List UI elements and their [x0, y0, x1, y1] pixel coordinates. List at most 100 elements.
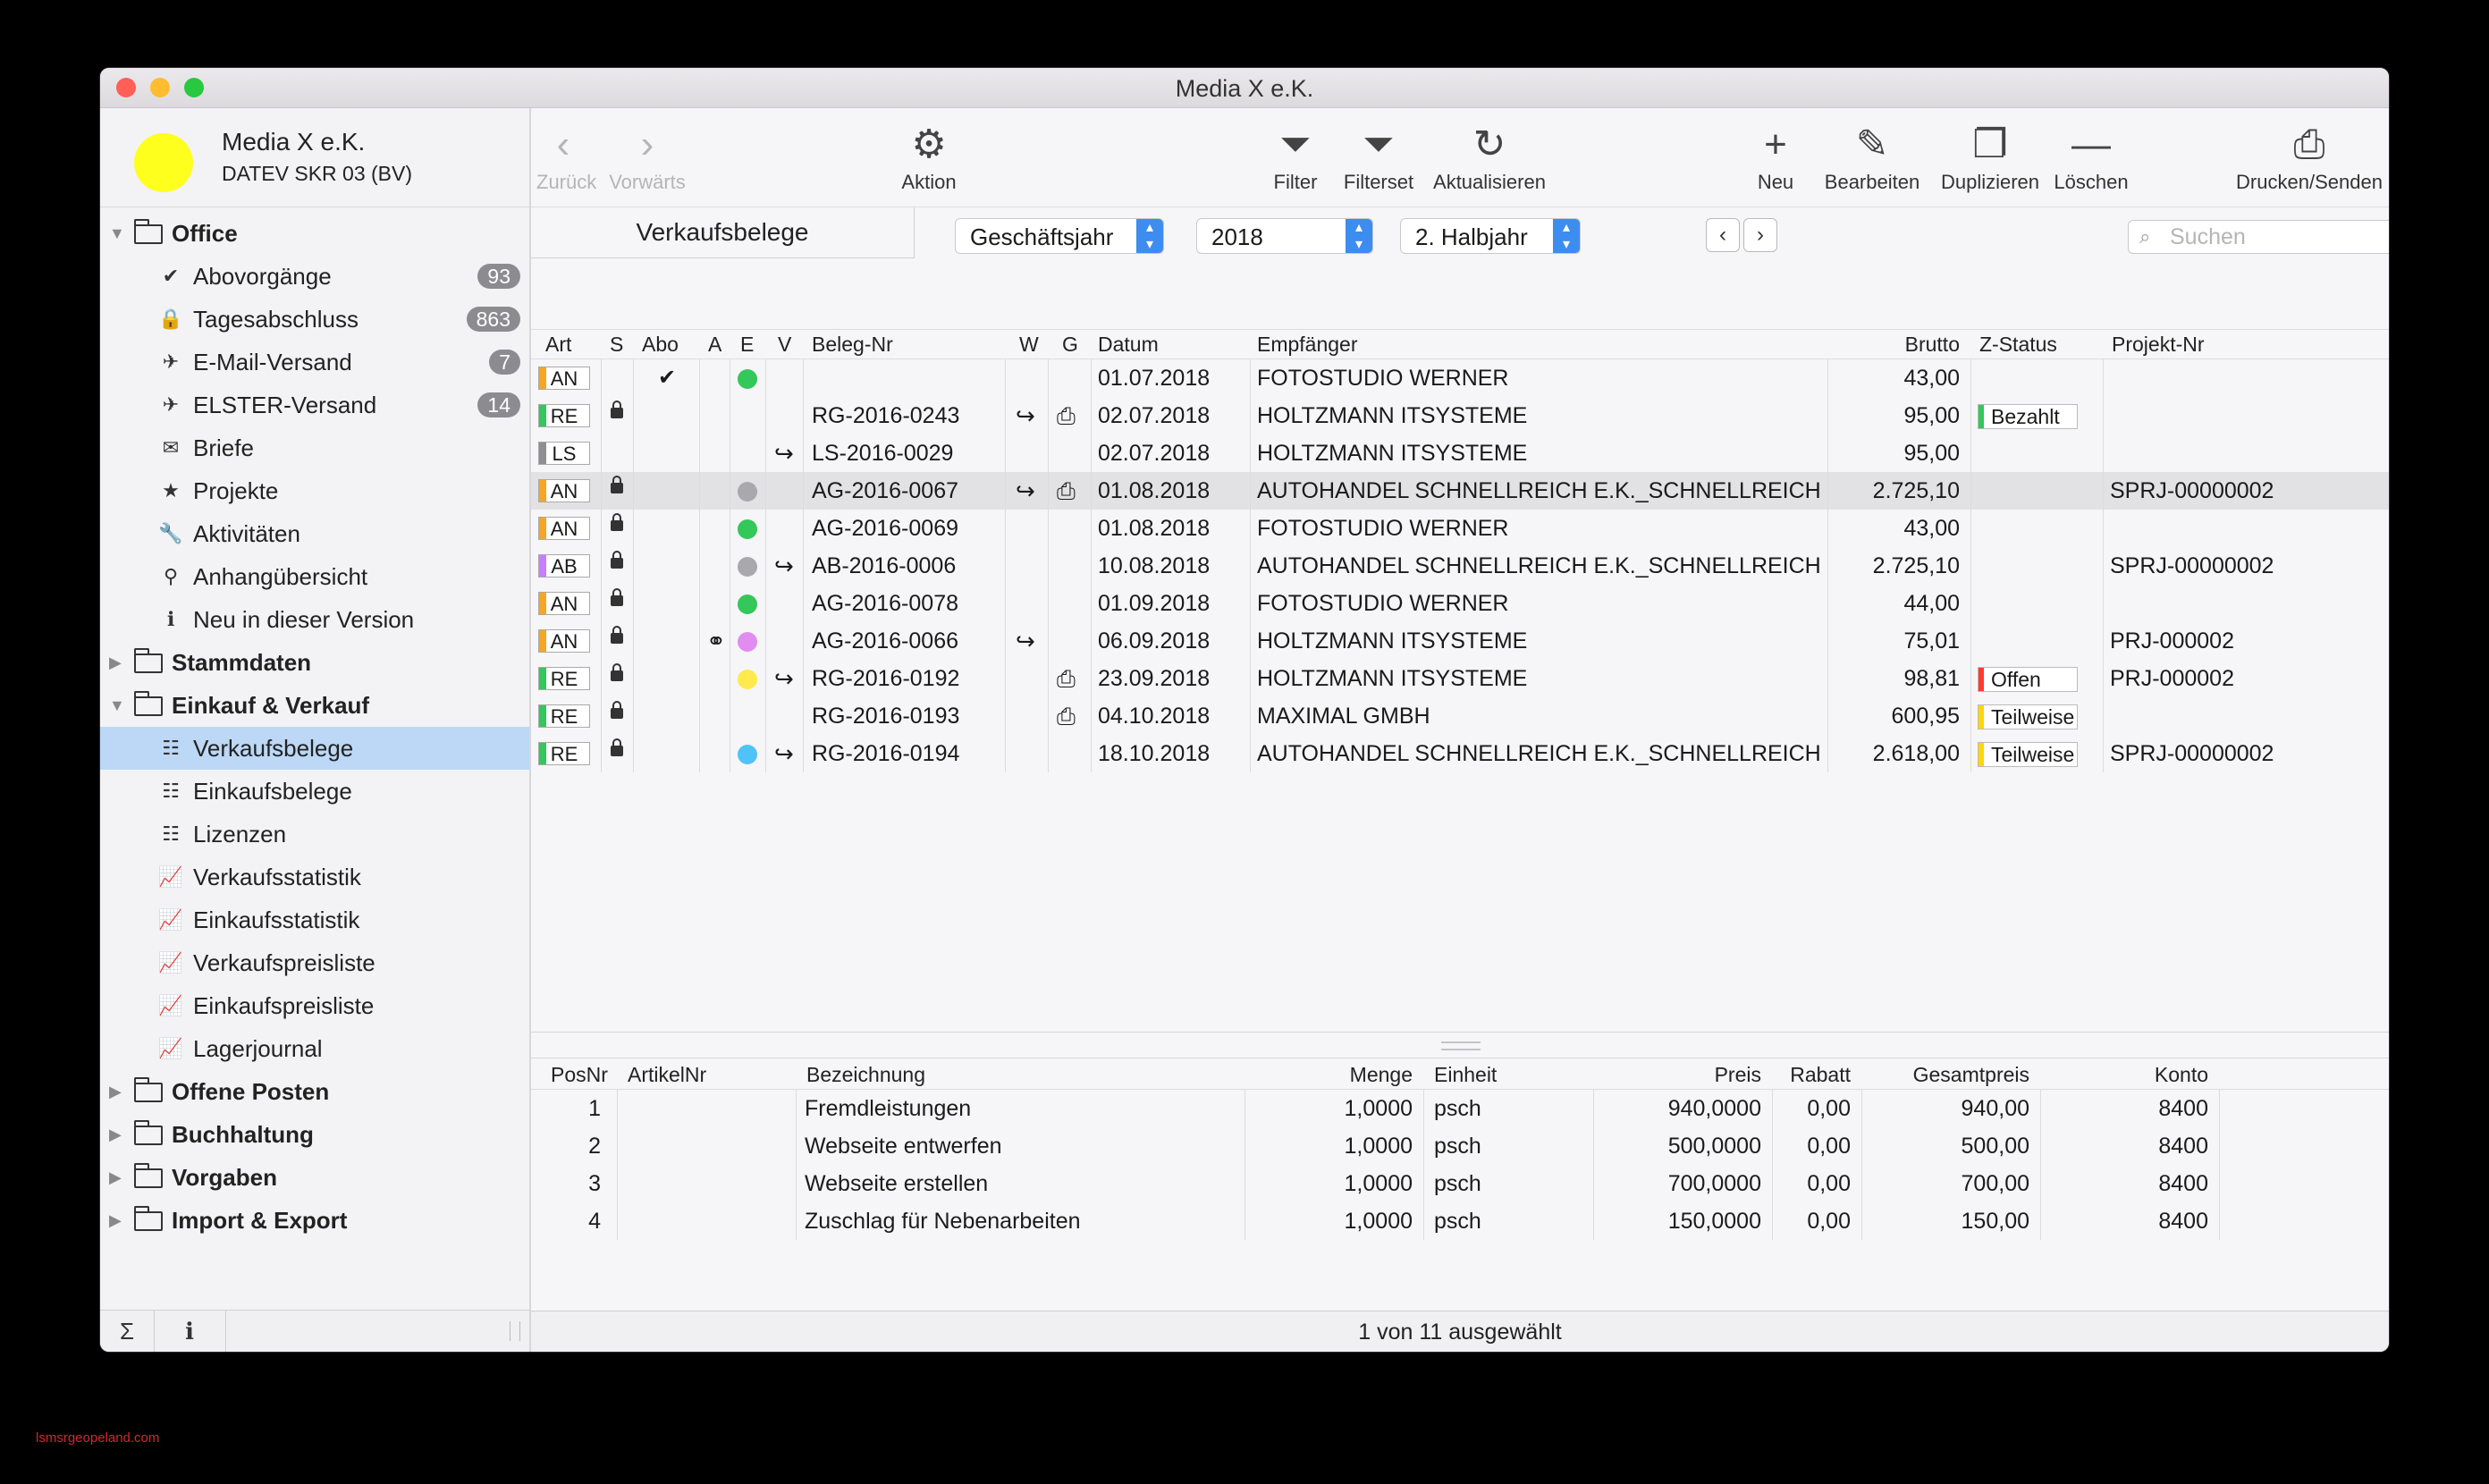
- printer-icon: ⎙: [1057, 665, 1076, 692]
- column-header-v[interactable]: V: [778, 330, 791, 358]
- filter-button[interactable]: ⏷ Filter: [1264, 119, 1327, 194]
- triangle-right-icon[interactable]: ▶: [109, 1156, 122, 1199]
- chevron-right-icon: ›: [1757, 223, 1764, 247]
- triangle-right-icon[interactable]: ▶: [109, 1199, 122, 1242]
- sidebar-item-anhangübersicht[interactable]: ⚲ Anhangübersicht: [100, 555, 529, 598]
- sidebar-group-buchhaltung[interactable]: ▶ Buchhaltung: [100, 1113, 529, 1156]
- sidebar-item-projekte[interactable]: ★ Projekte: [100, 469, 529, 512]
- table-row[interactable]: AN ⚭ AG-2016-0066 ↪ 06.09.2018 HOLTZMANN ITSY…: [531, 622, 2389, 660]
- position-row[interactable]: 1 Fremdleistungen 1,0000 psch 940,0000 0,00 94…: [531, 1090, 2389, 1127]
- sidebar-item-lizenzen[interactable]: ☷ Lizenzen: [100, 813, 529, 856]
- position-row[interactable]: 2 Webseite entwerfen 1,0000 psch 500,0000 0,0…: [531, 1127, 2389, 1165]
- column-header-zstatus[interactable]: Z-Status: [1979, 330, 2057, 358]
- table-row[interactable]: LS ↪ LS-2016-0029 02.07.2018 HOLTZMANN ITSYS…: [531, 434, 2389, 472]
- split-view-divider[interactable]: [531, 1032, 2389, 1058]
- column-header-art[interactable]: Art: [545, 330, 571, 358]
- column-header-gesamt[interactable]: Gesamtpreis: [1861, 1060, 2029, 1089]
- beleg-empfaenger: HOLTZMANN ITSYSTEME: [1257, 666, 1528, 691]
- table-row[interactable]: AN AG-2016-0067 ↪ ⎙ 01.08.2018 AUTOHANDEL SCH…: [531, 472, 2389, 510]
- delete-button[interactable]: — Löschen: [2051, 119, 2131, 194]
- column-header-einheit[interactable]: Einheit: [1434, 1060, 1497, 1089]
- column-header-datum[interactable]: Datum: [1098, 330, 1159, 358]
- half-year-select[interactable]: 2. Halbjahr ▴ ▾: [1400, 218, 1581, 254]
- column-header-konto[interactable]: Konto: [2040, 1060, 2208, 1089]
- back-button[interactable]: ‹ Zurück: [536, 119, 596, 194]
- sidebar-item-verkaufsstatistik[interactable]: 📈 Verkaufsstatistik: [100, 856, 529, 898]
- sidebar-item-verkaufspreisliste[interactable]: 📈 Verkaufspreisliste: [100, 941, 529, 984]
- table-row[interactable]: AB ↪ AB-2016-0006 10.08.2018 AUTOHANDEL SCHN…: [531, 547, 2389, 585]
- position-row[interactable]: 4 Zuschlag für Nebenarbeiten 1,0000 psch 150…: [531, 1202, 2389, 1240]
- triangle-down-icon[interactable]: ▼: [109, 212, 125, 255]
- search-input[interactable]: ⌕ Suchen: [2128, 220, 2389, 254]
- table-row[interactable]: AN AG-2016-0069 01.08.2018 FOTOSTUDIO WERNE…: [531, 510, 2389, 547]
- sidebar-group-vorgaben[interactable]: ▶ Vorgaben: [100, 1156, 529, 1199]
- table-row[interactable]: RE ↪ RG-2016-0194 18.10.2018 AUTOHANDEL SCHN…: [531, 735, 2389, 772]
- column-header-artikel[interactable]: ArtikelNr: [628, 1060, 706, 1089]
- column-header-pos[interactable]: PosNr: [551, 1060, 608, 1089]
- column-header-projekt[interactable]: Projekt-Nr: [2112, 330, 2205, 358]
- table-row[interactable]: RE ↪ RG-2016-0192 ⎙ 23.09.2018 HOLTZMANN ITSY…: [531, 660, 2389, 697]
- period-type-select[interactable]: Geschäftsjahr ▴ ▾: [955, 218, 1164, 254]
- column-separator: [765, 585, 766, 622]
- sidebar-group-offeneposten[interactable]: ▶ Offene Posten: [100, 1070, 529, 1113]
- column-header-e[interactable]: E: [740, 330, 754, 358]
- sidebar-item-e-mail-versand[interactable]: ✈ E-Mail-Versand 7: [100, 341, 529, 384]
- year-select[interactable]: 2018 ▴ ▾: [1196, 218, 1373, 254]
- next-period-button[interactable]: ›: [1743, 218, 1777, 252]
- table-row[interactable]: RE RG-2016-0243 ↪ ⎙ 02.07.2018 HOLTZMANN ITSY…: [531, 397, 2389, 434]
- sidebar-group-office[interactable]: ▼ Office: [100, 212, 529, 255]
- sidebar-group-stammdaten[interactable]: ▶ Stammdaten: [100, 641, 529, 684]
- column-header-menge[interactable]: Menge: [1244, 1060, 1413, 1089]
- position-row[interactable]: 3 Webseite erstellen 1,0000 psch 700,0000 0,0…: [531, 1165, 2389, 1202]
- column-header-nr[interactable]: Beleg-Nr: [812, 330, 893, 358]
- sidebar-item-abovorgänge[interactable]: ✔ Abovorgänge 93: [100, 255, 529, 298]
- sidebar-resize-handle[interactable]: [510, 1321, 520, 1341]
- column-header-abo[interactable]: Abo: [642, 330, 679, 358]
- sidebar-item-lagerjournal[interactable]: 📈 Lagerjournal: [100, 1027, 529, 1070]
- sidebar-item-einkaufspreisliste[interactable]: 📈 Einkaufspreisliste: [100, 984, 529, 1027]
- table-row[interactable]: RE RG-2016-0193 ⎙ 04.10.2018 MAXIMAL GMBH 600…: [531, 697, 2389, 735]
- column-header-w[interactable]: W: [1019, 330, 1039, 358]
- action-button[interactable]: ⚙ Aktion: [889, 119, 969, 194]
- sidebar-group-label: Office: [172, 220, 238, 247]
- refresh-button[interactable]: ↻ Aktualisieren: [1427, 119, 1552, 194]
- tab-verkaufsbelege[interactable]: Verkaufsbelege: [531, 207, 915, 258]
- sidebar-item-neu-in-dieser-version[interactable]: ℹ Neu in dieser Version: [100, 598, 529, 641]
- sidebar-item-einkaufsbelege[interactable]: ☷ Einkaufsbelege: [100, 770, 529, 813]
- sidebar-item-einkaufsstatistik[interactable]: 📈 Einkaufsstatistik: [100, 898, 529, 941]
- sidebar-item-tagesabschluss[interactable]: 🔒 Tagesabschluss 863: [100, 298, 529, 341]
- forward-button[interactable]: › Vorwärts: [603, 119, 692, 194]
- table-row[interactable]: AN AG-2016-0078 01.09.2018 FOTOSTUDIO WERNE…: [531, 585, 2389, 622]
- column-header-rabatt[interactable]: Rabatt: [1772, 1060, 1851, 1089]
- company-header[interactable]: Media X e.K. DATEV SKR 03 (BV): [100, 108, 529, 207]
- triangle-right-icon[interactable]: ▶: [109, 641, 122, 684]
- table-row[interactable]: AN ✔ 01.07.2018 FOTOSTUDIO WERNER 43,00: [531, 359, 2389, 397]
- sidebar-item-verkaufsbelege[interactable]: ☷ Verkaufsbelege: [100, 727, 529, 770]
- column-header-s[interactable]: S: [610, 330, 623, 358]
- sidebar-item-elster-versand[interactable]: ✈ ELSTER-Versand 14: [100, 384, 529, 426]
- print-send-button[interactable]: ⎙ Drucken/Senden: [2233, 119, 2385, 194]
- column-header-bez[interactable]: Bezeichnung: [806, 1060, 925, 1089]
- edit-button[interactable]: ✎ Bearbeiten: [1820, 119, 1924, 194]
- triangle-right-icon[interactable]: ▶: [109, 1070, 122, 1113]
- previous-period-button[interactable]: ‹: [1706, 218, 1740, 252]
- column-header-a[interactable]: A: [708, 330, 721, 358]
- sidebar-item-aktivitäten[interactable]: 🔧 Aktivitäten: [100, 512, 529, 555]
- column-header-brutto[interactable]: Brutto: [1827, 330, 1960, 358]
- sum-icon[interactable]: Σ: [100, 1311, 155, 1352]
- sidebar-group-import[interactable]: ▶ Import & Export: [100, 1199, 529, 1242]
- column-header-preis[interactable]: Preis: [1593, 1060, 1761, 1089]
- sidebar-item-briefe[interactable]: ✉ Briefe: [100, 426, 529, 469]
- new-button[interactable]: + Neu: [1749, 119, 1802, 194]
- triangle-down-icon[interactable]: ▼: [109, 684, 125, 727]
- column-header-empf[interactable]: Empfänger: [1257, 330, 1358, 358]
- column-header-g[interactable]: G: [1062, 330, 1078, 358]
- beleg-nr: AB-2016-0006: [812, 553, 957, 578]
- sidebar-group-einkauf[interactable]: ▼ Einkauf & Verkauf: [100, 684, 529, 727]
- column-separator: [1005, 585, 1006, 622]
- triangle-right-icon[interactable]: ▶: [109, 1113, 122, 1156]
- info-icon[interactable]: ℹ: [154, 1311, 226, 1352]
- duplicate-button[interactable]: ❐ Duplizieren: [1936, 119, 2044, 194]
- beleg-datum: 01.09.2018: [1098, 591, 1211, 616]
- filterset-button[interactable]: ⏷ Filterset: [1336, 119, 1422, 194]
